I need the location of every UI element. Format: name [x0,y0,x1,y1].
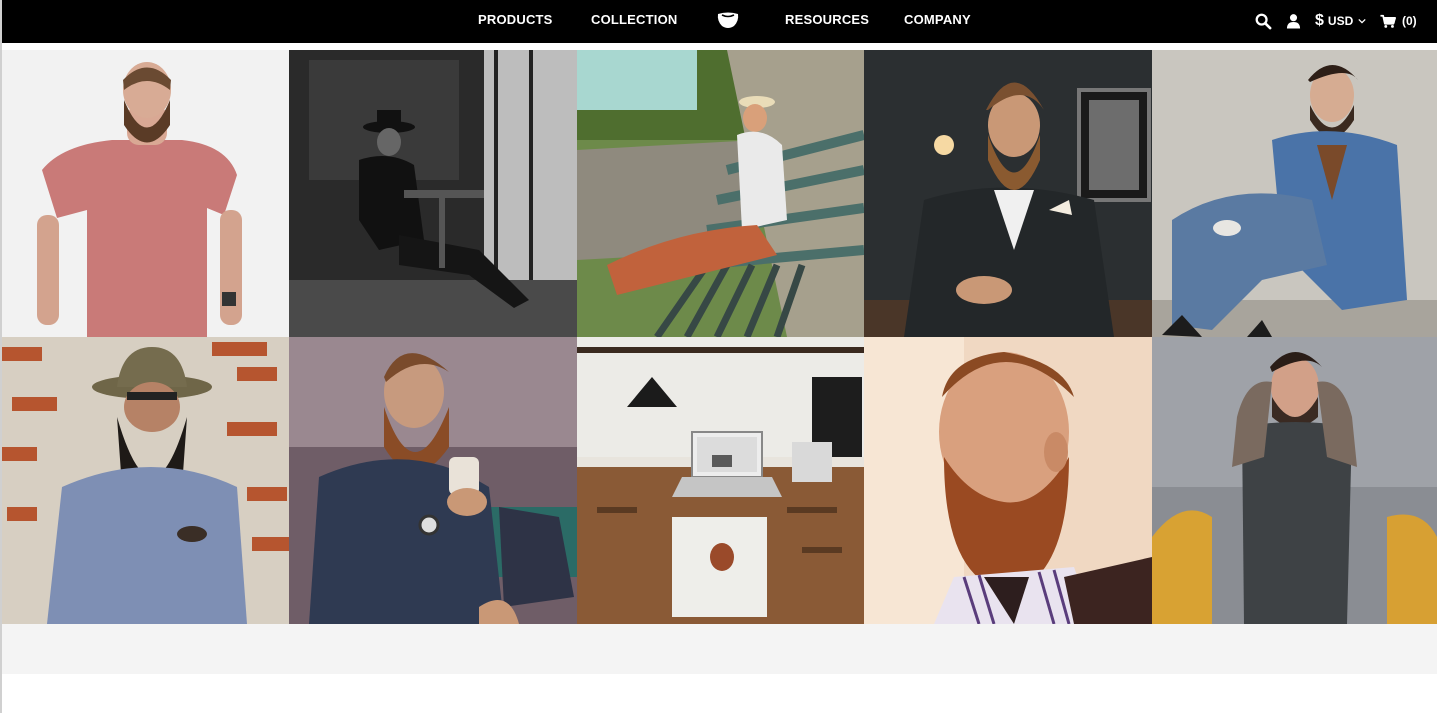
search-icon [1255,13,1272,29]
gallery-photo[interactable] [2,337,289,624]
search-button[interactable] [1255,10,1272,32]
footer-area [2,674,1437,713]
cart-count: (0) [1402,14,1417,28]
top-navigation-bar: PRODUCTS COLLECTION RESOURCES COMPANY $ … [2,0,1437,43]
currency-selector[interactable]: $ USD [1315,10,1366,32]
gallery-photo[interactable] [1152,337,1437,624]
account-button[interactable] [1286,10,1301,32]
nav-products[interactable]: PRODUCTS [478,12,553,27]
gallery-photo[interactable] [864,337,1152,624]
cart-icon [1380,14,1396,28]
instagram-photo-grid [2,50,1437,624]
chevron-down-icon [1358,18,1366,24]
cart-button[interactable]: (0) [1380,10,1417,32]
user-icon [1286,14,1301,29]
nav-collection[interactable]: COLLECTION [591,12,678,27]
gallery-photo[interactable] [1152,50,1437,337]
nav-resources[interactable]: RESOURCES [785,12,869,27]
gallery-photo[interactable] [577,337,864,624]
beard-logo-icon[interactable] [716,10,740,30]
gallery-photo[interactable] [2,50,289,337]
nav-company[interactable]: COMPANY [904,12,971,27]
gallery-photo[interactable] [577,50,864,337]
section-divider-band [2,624,1437,674]
gallery-photo[interactable] [864,50,1152,337]
gallery-photo[interactable] [289,337,577,624]
page: PRODUCTS COLLECTION RESOURCES COMPANY $ … [0,0,1437,713]
currency-symbol: $ [1315,12,1324,29]
gallery-photo[interactable] [289,50,577,337]
currency-code: USD [1327,14,1354,28]
